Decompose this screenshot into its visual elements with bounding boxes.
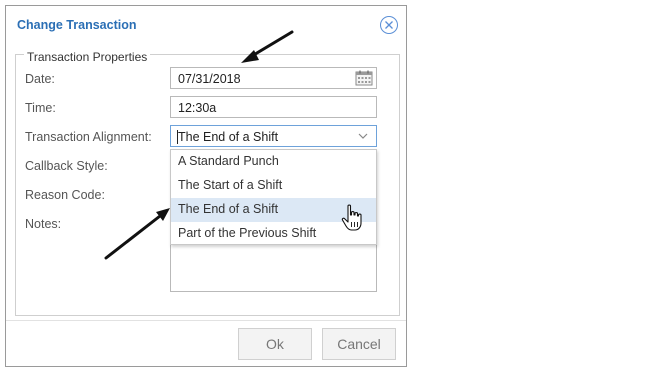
chevron-down-icon[interactable] xyxy=(358,131,368,141)
option-label: Part of the Previous Shift xyxy=(178,226,317,240)
date-value: 07/31/2018 xyxy=(178,72,241,86)
option-label: The End of a Shift xyxy=(178,202,279,216)
calendar-icon[interactable] xyxy=(355,70,373,86)
close-icon[interactable] xyxy=(380,16,398,34)
dialog-header: Change Transaction xyxy=(6,6,406,46)
notes-label: Notes: xyxy=(25,217,62,231)
hand-pointer-icon xyxy=(341,204,362,231)
option-start-of-shift[interactable]: The Start of a Shift xyxy=(171,174,376,198)
time-value: 12:30a xyxy=(178,101,217,115)
time-label: Time: xyxy=(25,101,56,115)
option-standard-punch[interactable]: A Standard Punch xyxy=(171,150,376,174)
cancel-button[interactable]: Cancel xyxy=(322,328,396,360)
dialog-title: Change Transaction xyxy=(17,18,137,32)
option-label: A Standard Punch xyxy=(178,154,279,168)
option-label: The Start of a Shift xyxy=(178,178,283,192)
callback-style-label: Callback Style: xyxy=(25,159,108,173)
transaction-alignment-label: Transaction Alignment: xyxy=(25,130,152,144)
transaction-alignment-value: The End of a Shift xyxy=(178,130,279,144)
ok-button[interactable]: Ok xyxy=(238,328,312,360)
transaction-alignment-select[interactable]: The End of a Shift xyxy=(170,125,377,147)
date-field[interactable]: 07/31/2018 xyxy=(170,67,377,89)
change-transaction-dialog: Change Transaction Transaction Propertie… xyxy=(5,5,407,367)
reason-code-label: Reason Code: xyxy=(25,188,105,202)
date-label: Date: xyxy=(25,72,55,86)
time-field[interactable]: 12:30a xyxy=(170,96,377,118)
transaction-properties-legend: Transaction Properties xyxy=(24,50,151,64)
footer-divider xyxy=(6,320,406,321)
notes-textarea[interactable] xyxy=(170,244,377,292)
